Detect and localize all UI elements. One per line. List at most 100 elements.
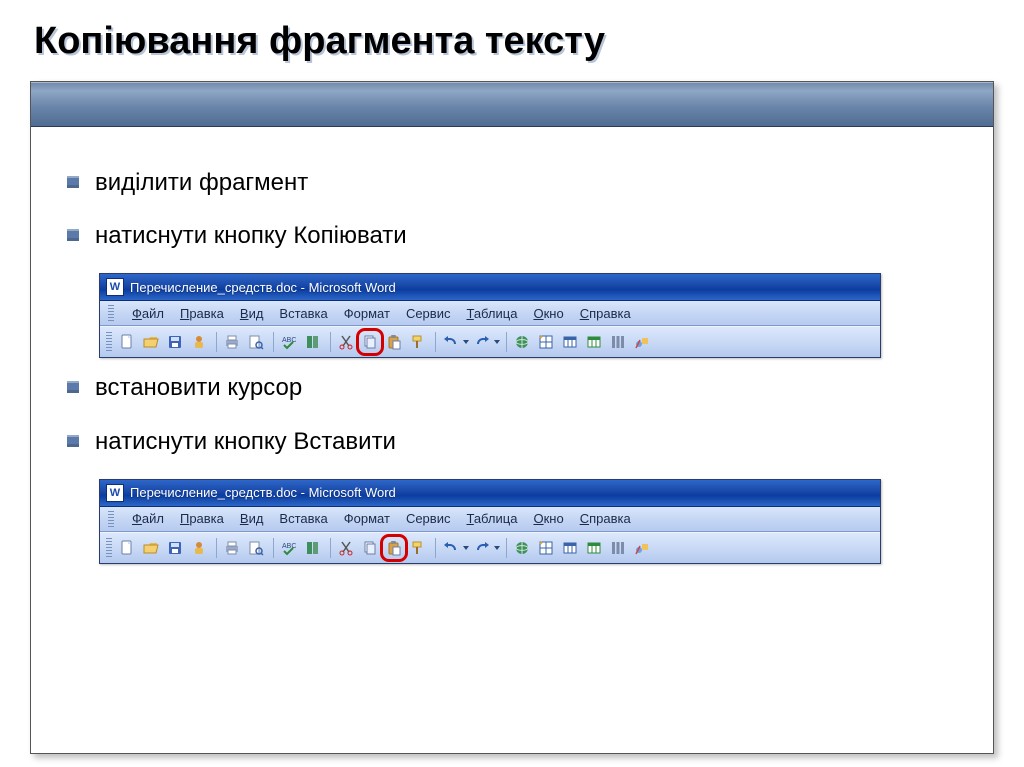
- menu-window[interactable]: Окно: [533, 511, 563, 526]
- insert-table-icon[interactable]: [559, 537, 581, 559]
- columns-icon[interactable]: [607, 331, 629, 353]
- word-screenshot-copy: W Перечисление_средств.doc - Microsoft W…: [99, 273, 881, 358]
- toolbar-drag-handle-icon[interactable]: [106, 538, 112, 558]
- bullet-item: виділити фрагмент: [67, 167, 957, 198]
- bullet-list: встановити курсор натиснути кнопку Встав…: [67, 372, 957, 456]
- separator-icon: [330, 538, 331, 558]
- menu-view[interactable]: Вид: [240, 511, 264, 526]
- undo-icon[interactable]: [440, 331, 462, 353]
- separator-icon: [216, 538, 217, 558]
- redo-icon[interactable]: [471, 331, 493, 353]
- format-painter-icon[interactable]: [407, 537, 429, 559]
- frame-header-bar: [31, 82, 993, 127]
- permission-icon[interactable]: [188, 537, 210, 559]
- menu-file[interactable]: Файл: [132, 306, 164, 321]
- bullet-item: натиснути кнопку Копіювати: [67, 220, 957, 251]
- separator-icon: [435, 332, 436, 352]
- bullet-item: натиснути кнопку Вставити: [67, 426, 957, 457]
- redo-dropdown-icon[interactable]: [493, 331, 500, 353]
- separator-icon: [330, 332, 331, 352]
- menu-format[interactable]: Формат: [344, 306, 390, 321]
- menu-view[interactable]: Вид: [240, 306, 264, 321]
- bullet-item: встановити курсор: [67, 372, 957, 403]
- menu-help[interactable]: Справка: [580, 306, 631, 321]
- redo-dropdown-icon[interactable]: [493, 537, 500, 559]
- cut-icon[interactable]: [335, 331, 357, 353]
- menu-edit[interactable]: Правка: [180, 511, 224, 526]
- columns-icon[interactable]: [607, 537, 629, 559]
- separator-icon: [273, 538, 274, 558]
- print-icon[interactable]: [221, 537, 243, 559]
- print-preview-icon[interactable]: [245, 331, 267, 353]
- word-menubar: Файл Правка Вид Вставка Формат Сервис Та…: [100, 507, 880, 532]
- print-icon[interactable]: [221, 331, 243, 353]
- bullet-list: виділити фрагмент натиснути кнопку Копію…: [67, 167, 957, 251]
- insert-table-icon[interactable]: [559, 331, 581, 353]
- tables-borders-icon[interactable]: [535, 537, 557, 559]
- tables-borders-icon[interactable]: [535, 331, 557, 353]
- menu-service[interactable]: Сервис: [406, 306, 451, 321]
- permission-icon[interactable]: [188, 331, 210, 353]
- word-menubar: Файл Правка Вид Вставка Формат Сервис Та…: [100, 301, 880, 326]
- toolbar-drag-handle-icon[interactable]: [106, 332, 112, 352]
- menubar-drag-handle-icon[interactable]: [108, 305, 114, 321]
- word-title: Перечисление_средств.doc - Microsoft Wor…: [130, 485, 396, 500]
- word-app-icon: W: [106, 484, 124, 502]
- svg-text:ABC: ABC: [282, 337, 296, 344]
- menu-format[interactable]: Формат: [344, 511, 390, 526]
- word-titlebar: W Перечисление_средств.doc - Microsoft W…: [100, 274, 880, 301]
- undo-dropdown-icon[interactable]: [462, 537, 469, 559]
- new-doc-icon[interactable]: [116, 331, 138, 353]
- insert-excel-icon[interactable]: [583, 331, 605, 353]
- insert-excel-icon[interactable]: [583, 537, 605, 559]
- undo-dropdown-icon[interactable]: [462, 331, 469, 353]
- menu-table[interactable]: Таблица: [466, 511, 517, 526]
- format-painter-icon[interactable]: [407, 331, 429, 353]
- content-frame: виділити фрагмент натиснути кнопку Копію…: [30, 81, 994, 754]
- redo-icon[interactable]: [471, 537, 493, 559]
- cut-icon[interactable]: [335, 537, 357, 559]
- separator-icon: [435, 538, 436, 558]
- hyperlink-icon[interactable]: [511, 331, 533, 353]
- spellcheck-icon[interactable]: ABC: [278, 537, 300, 559]
- research-icon[interactable]: [302, 537, 324, 559]
- separator-icon: [273, 332, 274, 352]
- menu-insert[interactable]: Вставка: [279, 511, 327, 526]
- menubar-drag-handle-icon[interactable]: [108, 511, 114, 527]
- drawing-icon[interactable]: [631, 537, 653, 559]
- frame-body: виділити фрагмент натиснути кнопку Копію…: [31, 127, 993, 753]
- copy-icon[interactable]: [359, 331, 381, 353]
- menu-help[interactable]: Справка: [580, 511, 631, 526]
- save-icon[interactable]: [164, 331, 186, 353]
- menu-service[interactable]: Сервис: [406, 511, 451, 526]
- copy-icon[interactable]: [359, 537, 381, 559]
- separator-icon: [216, 332, 217, 352]
- open-icon[interactable]: [140, 331, 162, 353]
- menu-edit[interactable]: Правка: [180, 306, 224, 321]
- svg-text:ABC: ABC: [282, 543, 296, 550]
- separator-icon: [506, 332, 507, 352]
- menu-window[interactable]: Окно: [533, 306, 563, 321]
- save-icon[interactable]: [164, 537, 186, 559]
- word-toolbar: ABC: [100, 326, 880, 357]
- word-title: Перечисление_средств.doc - Microsoft Wor…: [130, 280, 396, 295]
- word-screenshot-paste: W Перечисление_средств.doc - Microsoft W…: [99, 479, 881, 564]
- paste-icon[interactable]: [383, 537, 405, 559]
- undo-icon[interactable]: [440, 537, 462, 559]
- word-toolbar: ABC: [100, 532, 880, 563]
- word-app-icon: W: [106, 278, 124, 296]
- spellcheck-icon[interactable]: ABC: [278, 331, 300, 353]
- menu-file[interactable]: Файл: [132, 511, 164, 526]
- word-titlebar: W Перечисление_средств.doc - Microsoft W…: [100, 480, 880, 507]
- slide: Копіювання фрагмента тексту виділити фра…: [0, 0, 1024, 767]
- open-icon[interactable]: [140, 537, 162, 559]
- menu-table[interactable]: Таблица: [466, 306, 517, 321]
- drawing-icon[interactable]: [631, 331, 653, 353]
- research-icon[interactable]: [302, 331, 324, 353]
- new-doc-icon[interactable]: [116, 537, 138, 559]
- paste-icon[interactable]: [383, 331, 405, 353]
- hyperlink-icon[interactable]: [511, 537, 533, 559]
- menu-insert[interactable]: Вставка: [279, 306, 327, 321]
- separator-icon: [506, 538, 507, 558]
- print-preview-icon[interactable]: [245, 537, 267, 559]
